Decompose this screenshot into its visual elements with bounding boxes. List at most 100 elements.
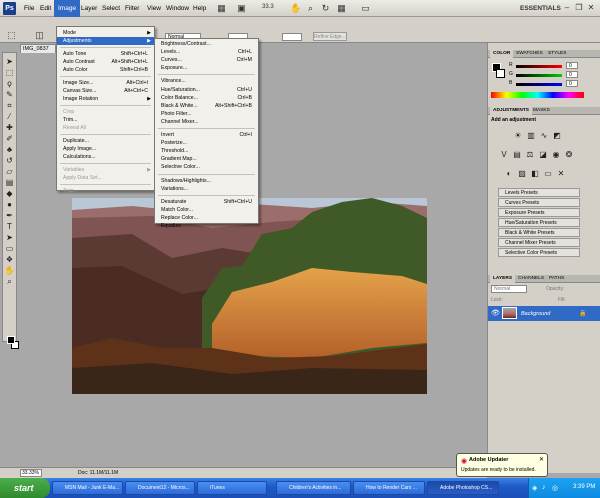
menu-item[interactable]: Posterize... bbox=[155, 139, 258, 147]
green-value[interactable]: 0 bbox=[566, 71, 578, 78]
gradient-map-icon[interactable]: ▭ bbox=[543, 169, 553, 179]
menu-item[interactable]: Invert Ctrl+I bbox=[155, 131, 258, 139]
menu-edit[interactable]: Edit bbox=[36, 0, 55, 17]
invert-icon[interactable]: ◐ bbox=[504, 169, 514, 179]
update-notification[interactable]: ◉ Adobe Updater ✕ Updates are ready to b… bbox=[456, 453, 548, 477]
healing-brush-tool-icon[interactable]: ✚ bbox=[3, 123, 16, 133]
minimize-icon[interactable]: – bbox=[562, 3, 572, 13]
menu-item[interactable]: Shadows/Highlights... bbox=[155, 177, 258, 185]
menu-filter[interactable]: Filter bbox=[121, 0, 143, 17]
preset-item[interactable]: Hue/Saturation Presets bbox=[498, 218, 580, 227]
preset-item[interactable]: Levels Presets bbox=[498, 188, 580, 197]
menu-item[interactable]: Mode ▶ bbox=[57, 29, 154, 37]
menu-item[interactable]: Selective Color... bbox=[155, 163, 258, 171]
menu-item[interactable]: Apply Image... bbox=[57, 145, 154, 153]
menu-item[interactable]: Image Size... Alt+Ctrl+I bbox=[57, 79, 154, 87]
zoom-tool-icon[interactable]: ⌕ bbox=[305, 3, 316, 14]
history-brush-tool-icon[interactable]: ↺ bbox=[3, 156, 16, 166]
clone-stamp-tool-icon[interactable]: ♣ bbox=[3, 145, 16, 155]
black-white-icon[interactable]: ◪ bbox=[538, 150, 548, 160]
network-icon[interactable]: ◈ bbox=[532, 484, 537, 492]
blue-value[interactable]: 0 bbox=[566, 80, 578, 87]
taskbar-button[interactable]: Adobe Photoshop CS... bbox=[427, 481, 499, 495]
menu-item[interactable]: Curves... Ctrl+M bbox=[155, 56, 258, 64]
menu-item[interactable]: Replace Color... bbox=[155, 214, 258, 222]
menu-item[interactable]: Color Balance... Ctrl+B bbox=[155, 94, 258, 102]
updater-tray-icon[interactable]: ◎ bbox=[552, 484, 558, 492]
menu-item[interactable]: Variables ▶ bbox=[57, 166, 154, 174]
brush-tool-icon[interactable]: ✐ bbox=[3, 134, 16, 144]
taskbar-button[interactable]: iTunes bbox=[197, 481, 267, 495]
menu-item[interactable]: Auto Color Shift+Ctrl+B bbox=[57, 66, 154, 74]
type-tool-icon[interactable]: T bbox=[3, 222, 16, 232]
hue-saturation-icon[interactable]: ▤ bbox=[512, 150, 522, 160]
blend-mode-select[interactable]: Normal bbox=[491, 285, 527, 293]
menu-item[interactable]: Exposure... bbox=[155, 64, 258, 72]
eye-icon[interactable]: 👁 bbox=[491, 309, 500, 317]
hand-tool-icon[interactable]: ✋ bbox=[290, 3, 301, 14]
arrange-documents-icon[interactable]: ▭ bbox=[360, 3, 371, 14]
dodge-tool-icon[interactable]: ● bbox=[3, 200, 16, 210]
tab-adjustments[interactable]: ADJUSTMENTS bbox=[490, 107, 532, 115]
menu-item[interactable]: Threshold... bbox=[155, 147, 258, 155]
foreground-color-swatch[interactable] bbox=[7, 336, 15, 344]
marquee-tool-icon[interactable]: ⬚ bbox=[3, 68, 16, 78]
hand-tool-icon[interactable]: ✋ bbox=[3, 266, 16, 276]
red-value[interactable]: 0 bbox=[566, 62, 578, 69]
move-tool-icon[interactable]: ➤ bbox=[3, 57, 16, 67]
menu-item[interactable]: Black & White... Alt+Shift+Ctrl+B bbox=[155, 102, 258, 110]
levels-icon[interactable]: ▥ bbox=[526, 131, 536, 141]
menu-item[interactable]: Gradient Map... bbox=[155, 155, 258, 163]
close-icon[interactable]: ✕ bbox=[586, 3, 596, 13]
menu-item[interactable]: Brightness/Contrast... bbox=[155, 40, 258, 48]
menu-item[interactable]: Canvas Size... Alt+Ctrl+C bbox=[57, 87, 154, 95]
channel-mixer-icon[interactable]: ❂ bbox=[564, 150, 574, 160]
close-icon[interactable]: ✕ bbox=[539, 456, 544, 463]
tab-color[interactable]: COLOR bbox=[490, 50, 514, 58]
menu-item[interactable]: Crop bbox=[57, 108, 154, 116]
layer-name[interactable]: Background bbox=[521, 311, 550, 317]
selection-mode-icon[interactable]: ◫ bbox=[34, 30, 45, 41]
menu-item[interactable]: Adjustments ▶ bbox=[57, 37, 154, 45]
tab-swatches[interactable]: SWATCHES bbox=[513, 50, 546, 58]
status-zoom[interactable]: 33.33% bbox=[20, 469, 42, 477]
menu-item[interactable]: Match Color... bbox=[155, 206, 258, 214]
photo-filter-icon[interactable]: ◉ bbox=[551, 150, 561, 160]
start-button[interactable]: start bbox=[0, 478, 50, 498]
brightness-icon[interactable]: ☀ bbox=[513, 131, 523, 141]
tab-paths[interactable]: PATHS bbox=[546, 275, 567, 283]
green-slider[interactable] bbox=[516, 74, 562, 77]
blur-tool-icon[interactable]: ◆ bbox=[3, 189, 16, 199]
lasso-tool-icon[interactable]: ϙ bbox=[3, 79, 16, 89]
menu-item[interactable]: Apply Data Set... bbox=[57, 174, 154, 182]
threshold-icon[interactable]: ◧ bbox=[530, 169, 540, 179]
vibrance-icon[interactable]: V bbox=[499, 150, 509, 160]
taskbar-button[interactable]: MSN Mail - Junk E-Ma... bbox=[52, 481, 123, 495]
exposure-icon[interactable]: ◩ bbox=[552, 131, 562, 141]
menu-item[interactable]: Desaturate Shift+Ctrl+U bbox=[155, 198, 258, 206]
color-bg-swatch[interactable] bbox=[496, 69, 505, 78]
eraser-tool-icon[interactable]: ▱ bbox=[3, 167, 16, 177]
marquee-option-icon[interactable]: ⬚ bbox=[6, 30, 17, 41]
path-select-tool-icon[interactable]: ➤ bbox=[3, 233, 16, 243]
document-tab[interactable]: IMG_0837 bbox=[20, 44, 56, 53]
preset-item[interactable]: Exposure Presets bbox=[498, 208, 580, 217]
menu-help[interactable]: Help bbox=[189, 0, 210, 17]
taskbar-button[interactable]: How to Render Cars ... bbox=[353, 481, 425, 495]
tab-styles[interactable]: STYLES bbox=[545, 50, 569, 58]
shape-tool-icon[interactable]: ▭ bbox=[3, 244, 16, 254]
tab-masks[interactable]: MASKS bbox=[530, 107, 553, 115]
selective-color-icon[interactable]: ✕ bbox=[556, 169, 566, 179]
menu-item[interactable]: Image Rotation ▶ bbox=[57, 95, 154, 103]
quick-select-tool-icon[interactable]: ✎ bbox=[3, 90, 16, 100]
preset-item[interactable]: Black & White Presets bbox=[498, 228, 580, 237]
grid-icon[interactable]: ▦ bbox=[336, 3, 347, 14]
crop-tool-icon[interactable]: ⌗ bbox=[3, 101, 16, 111]
color-ramp[interactable] bbox=[491, 92, 584, 98]
menu-item[interactable]: Equalize bbox=[155, 222, 258, 230]
eyedropper-tool-icon[interactable]: ⁄ bbox=[3, 112, 16, 122]
menu-item[interactable]: Auto Contrast Alt+Shift+Ctrl+L bbox=[57, 58, 154, 66]
menu-item[interactable]: Channel Mixer... bbox=[155, 118, 258, 126]
bridge-icon[interactable]: ▦ bbox=[216, 3, 227, 14]
zoom-tool-icon[interactable]: ⌕ bbox=[3, 277, 16, 287]
